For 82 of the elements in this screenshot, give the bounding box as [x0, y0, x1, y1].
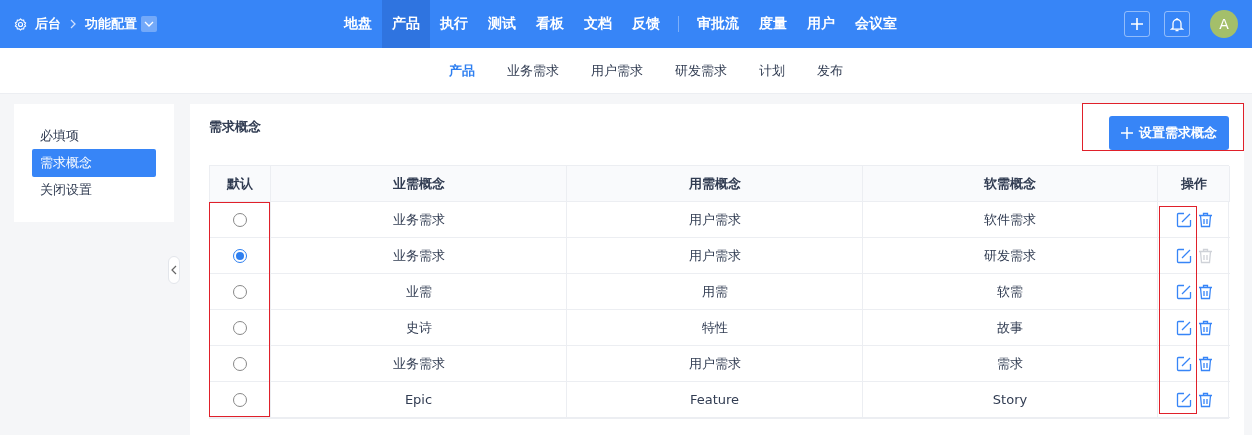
breadcrumb-item[interactable]: 功能配置	[85, 15, 137, 33]
column-header: 软需概念	[863, 166, 1158, 202]
table-cell: 软需	[863, 274, 1158, 310]
edit-icon	[1175, 247, 1192, 264]
add-button[interactable]	[1124, 11, 1150, 37]
delete-button[interactable]	[1197, 211, 1213, 228]
column-header: 默认	[210, 166, 271, 202]
table-cell: Story	[863, 382, 1158, 418]
chevron-left-icon	[171, 265, 177, 275]
edit-button[interactable]	[1175, 391, 1192, 408]
trash-icon	[1197, 391, 1213, 408]
table-cell: 史诗	[271, 310, 567, 346]
nav-tab[interactable]: 用户	[797, 0, 845, 48]
table-cell: 需求	[863, 346, 1158, 382]
nav-tab[interactable]: 反馈	[622, 0, 670, 48]
breadcrumb-item[interactable]: 后台	[35, 15, 61, 33]
table-cell: 业务需求	[271, 238, 567, 274]
nav-tab[interactable]: 会议室	[845, 0, 907, 48]
edit-button[interactable]	[1175, 247, 1192, 264]
table-cell: 用户需求	[567, 346, 863, 382]
nav-tab[interactable]: 审批流	[687, 0, 749, 48]
notification-button[interactable]	[1164, 11, 1190, 37]
table-cell: 故事	[863, 310, 1158, 346]
sub-nav-tab[interactable]: 产品	[433, 61, 491, 80]
edit-icon	[1175, 355, 1192, 372]
delete-button[interactable]	[1197, 283, 1213, 300]
section-title: 需求概念	[209, 118, 261, 136]
set-concept-button[interactable]: 设置需求概念	[1109, 116, 1229, 150]
nav-tab[interactable]: 地盘	[334, 0, 382, 48]
column-header: 操作	[1158, 166, 1230, 202]
nav-tab[interactable]: 测试	[478, 0, 526, 48]
edit-button[interactable]	[1175, 355, 1192, 372]
sub-nav-tab[interactable]: 用户需求	[575, 61, 659, 80]
plus-icon	[1130, 17, 1144, 31]
edit-button[interactable]	[1175, 211, 1192, 228]
collapse-button[interactable]	[168, 256, 180, 284]
sub-nav-tab[interactable]: 业务需求	[491, 61, 575, 80]
settings-icon	[14, 17, 27, 31]
nav-tab[interactable]: 产品	[382, 0, 430, 48]
table-cell: 用户需求	[567, 238, 863, 274]
column-header: 用需概念	[567, 166, 863, 202]
sub-nav-tab[interactable]: 研发需求	[659, 61, 743, 80]
trash-icon	[1197, 247, 1213, 264]
user-avatar[interactable]: A	[1210, 10, 1238, 38]
plus-icon	[1121, 127, 1133, 139]
table-cell: 业务需求	[271, 346, 567, 382]
edit-button[interactable]	[1175, 319, 1192, 336]
column-header: 业需概念	[271, 166, 567, 202]
nav-tab[interactable]: 看板	[526, 0, 574, 48]
delete-button[interactable]	[1197, 355, 1213, 372]
bell-icon	[1170, 16, 1184, 32]
table-cell: 用户需求	[567, 202, 863, 238]
sidebar-item[interactable]: 关闭设置	[32, 176, 156, 204]
nav-tab[interactable]: 文档	[574, 0, 622, 48]
table-cell: 业务需求	[271, 202, 567, 238]
trash-icon	[1197, 319, 1213, 336]
sidebar-item[interactable]: 需求概念	[32, 149, 156, 177]
dropdown-button[interactable]	[141, 16, 157, 32]
nav-tab[interactable]: 度量	[749, 0, 797, 48]
trash-icon	[1197, 355, 1213, 372]
table-cell: 业需	[271, 274, 567, 310]
edit-icon	[1175, 391, 1192, 408]
sidebar-item[interactable]: 必填项	[32, 122, 156, 150]
table-cell: Feature	[567, 382, 863, 418]
edit-button[interactable]	[1175, 283, 1192, 300]
sub-nav-tab[interactable]: 计划	[743, 61, 801, 80]
edit-icon	[1175, 283, 1192, 300]
sub-nav-tab[interactable]: 发布	[801, 61, 859, 80]
table-cell: 特性	[567, 310, 863, 346]
nav-tab[interactable]: 执行	[430, 0, 478, 48]
table-cell: Epic	[271, 382, 567, 418]
edit-icon	[1175, 211, 1192, 228]
trash-icon	[1197, 211, 1213, 228]
table-cell: 研发需求	[863, 238, 1158, 274]
chevron-right-icon	[69, 19, 77, 29]
table-cell: 软件需求	[863, 202, 1158, 238]
delete-button[interactable]	[1197, 319, 1213, 336]
chevron-down-icon	[144, 21, 154, 27]
trash-icon	[1197, 283, 1213, 300]
edit-icon	[1175, 319, 1192, 336]
table-cell: 用需	[567, 274, 863, 310]
delete-button[interactable]	[1197, 391, 1213, 408]
